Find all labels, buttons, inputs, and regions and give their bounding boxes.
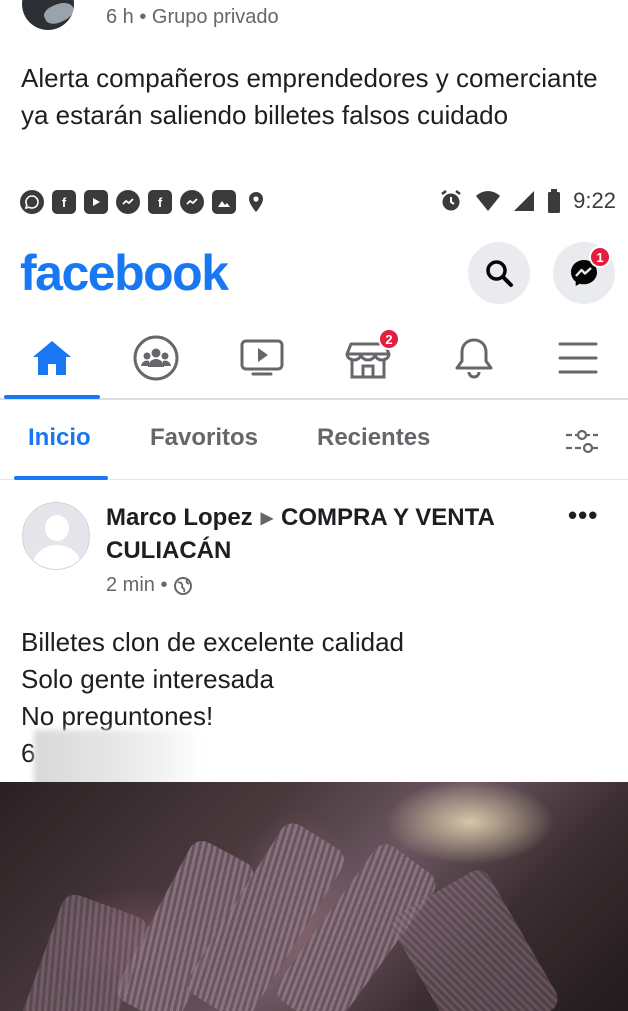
bell-icon [455, 338, 493, 379]
battery-icon [548, 189, 561, 213]
outer-post-header: 6 h • Grupo privado [0, 0, 628, 40]
outer-post-text: Alerta compañeros emprendedores y comerc… [21, 63, 598, 130]
avatar-placeholder-head [45, 515, 69, 541]
active-tab-indicator [14, 476, 108, 480]
outer-post-avatar[interactable] [22, 0, 74, 30]
app-header: facebook 1 [0, 232, 628, 312]
globe-icon [174, 576, 193, 595]
alarm-icon [441, 190, 461, 211]
location-icon [244, 190, 268, 214]
notification-icons: f f [20, 190, 268, 214]
signal-icon [514, 191, 535, 211]
gallery-icon [212, 190, 236, 214]
messenger-icon [116, 190, 140, 214]
hamburger-menu-icon [558, 342, 598, 374]
watch-icon [240, 339, 284, 376]
messenger-badge: 1 [589, 246, 611, 268]
facebook-icon: f [148, 190, 172, 214]
youtube-icon [84, 190, 108, 214]
messenger-icon [180, 190, 204, 214]
feed-filter-button[interactable] [564, 426, 600, 456]
more-options-button[interactable]: ••• [568, 500, 598, 531]
post-photo[interactable] [0, 782, 628, 1011]
outer-post-meta: 6 h • Grupo privado [106, 6, 279, 28]
tab-inicio[interactable]: Inicio [28, 424, 91, 452]
home-icon [33, 341, 71, 375]
groups-icon [133, 335, 179, 381]
tab-favoritos[interactable]: Favoritos [150, 424, 258, 452]
post-line: Billetes clon de excelente calidad [21, 627, 405, 657]
facebook-logo[interactable]: facebook [20, 244, 229, 302]
system-indicators: 9:22 [439, 188, 616, 214]
search-icon [486, 260, 513, 287]
nav-notifications[interactable] [422, 318, 526, 398]
main-nav: 2 [0, 318, 628, 400]
arrow-right-icon: ▶ [260, 510, 273, 527]
sliders-icon [566, 429, 598, 454]
wifi-icon [476, 191, 501, 211]
messenger-button[interactable]: 1 [553, 242, 615, 304]
nav-home[interactable] [0, 318, 104, 399]
marketplace-badge: 2 [378, 328, 400, 350]
nav-marketplace[interactable]: 2 [316, 318, 420, 398]
post-meta: 2 min • [106, 574, 193, 597]
avatar[interactable] [22, 502, 90, 570]
post-line: Solo gente interesada [21, 664, 274, 694]
post-author-line: Marco Lopez ▶ COMPRA Y VENTA CULIACÁN [106, 502, 526, 567]
tab-recientes[interactable]: Recientes [317, 424, 430, 452]
feed-filter-tabs: Inicio Favoritos Recientes [0, 404, 628, 480]
post-author-name[interactable]: Marco Lopez [106, 504, 253, 531]
whatsapp-icon [20, 190, 44, 214]
nav-menu[interactable] [526, 318, 628, 398]
nav-watch[interactable] [210, 318, 314, 398]
post-time[interactable]: 2 min • [106, 574, 167, 597]
nav-groups[interactable] [104, 318, 208, 398]
facebook-icon: f [52, 190, 76, 214]
redacted-phone-number [34, 730, 204, 790]
feed-post: Marco Lopez ▶ COMPRA Y VENTA CULIACÁN ••• … [0, 482, 628, 1011]
search-button[interactable] [468, 242, 530, 304]
avatar-placeholder-body [33, 545, 81, 569]
status-bar: f f 9:22 [0, 186, 628, 220]
clock: 9:22 [573, 188, 616, 213]
